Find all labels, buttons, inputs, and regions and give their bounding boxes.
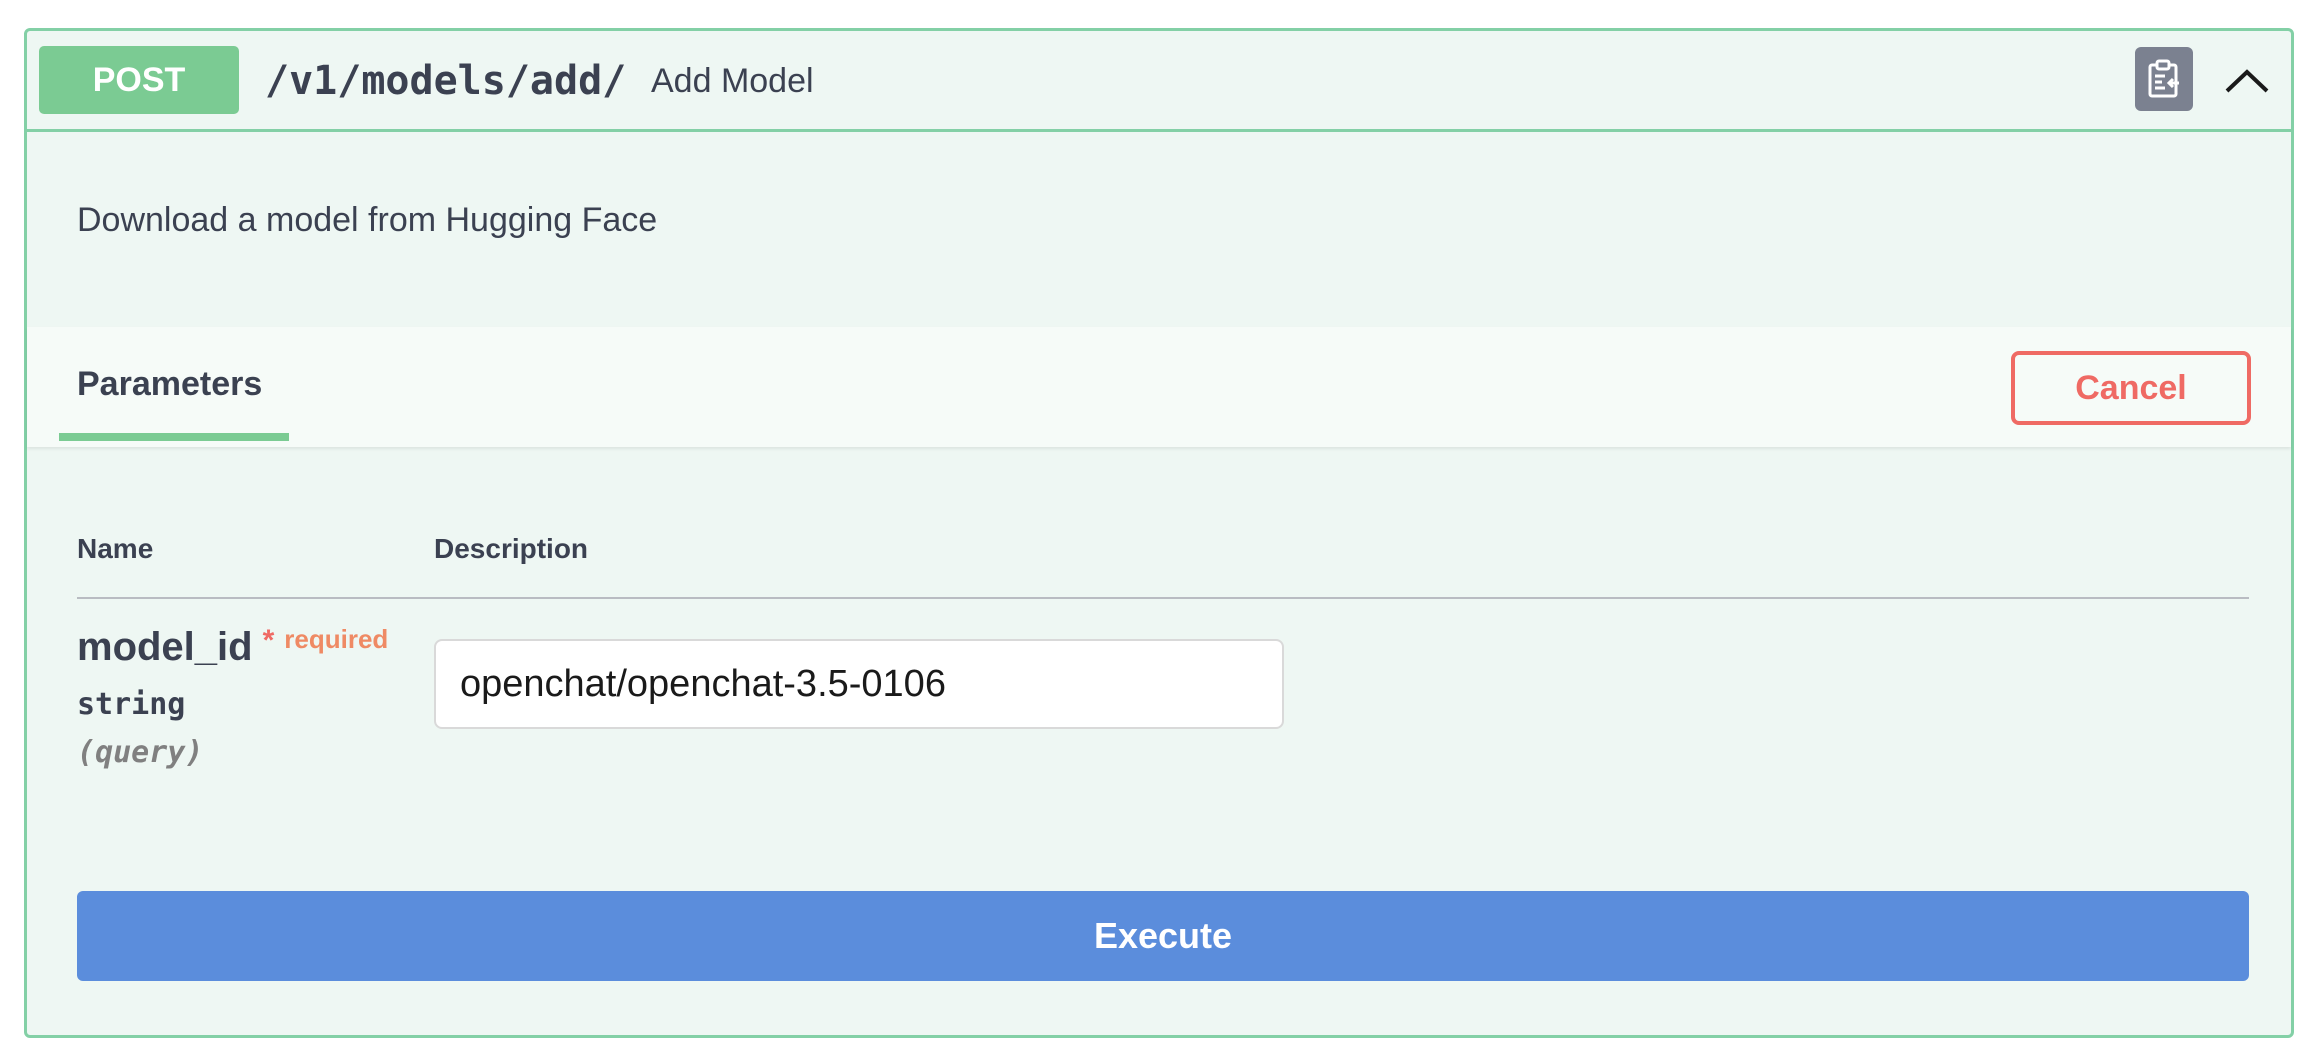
required-star: * [262, 624, 275, 657]
column-header-name: Name [77, 533, 154, 564]
parameters-header: Parameters Cancel [27, 327, 2291, 447]
method-badge: POST [39, 46, 239, 114]
parameter-type: string [77, 687, 186, 722]
tab-parameters-label: Parameters [77, 365, 263, 403]
operation-block: POST /v1/models/add/ Add Model Download … [24, 28, 2294, 1038]
copy-to-clipboard-icon [2148, 59, 2179, 98]
parameter-location: (query) [77, 735, 204, 770]
copy-path-button[interactable] [2135, 47, 2193, 111]
parameter-name: model_id * required [77, 624, 389, 670]
model-id-input[interactable] [434, 639, 1284, 729]
active-tab-indicator [59, 433, 289, 441]
endpoint-path: /v1/models/add/ [265, 58, 627, 104]
table-divider [77, 597, 2249, 599]
cancel-button[interactable]: Cancel [2011, 351, 2251, 425]
operation-description: Download a model from Hugging Face [77, 201, 658, 239]
execute-button[interactable]: Execute [77, 891, 2249, 981]
required-label: required [284, 624, 389, 654]
collapse-button[interactable] [2217, 51, 2277, 111]
parameter-name-text: model_id [77, 625, 253, 669]
operation-summary-text: Add Model [651, 62, 814, 100]
column-header-description: Description [434, 533, 589, 564]
tab-parameters[interactable]: Parameters [59, 327, 289, 447]
chevron-up-icon [2225, 69, 2269, 93]
operation-summary[interactable]: POST /v1/models/add/ Add Model [27, 31, 2291, 132]
